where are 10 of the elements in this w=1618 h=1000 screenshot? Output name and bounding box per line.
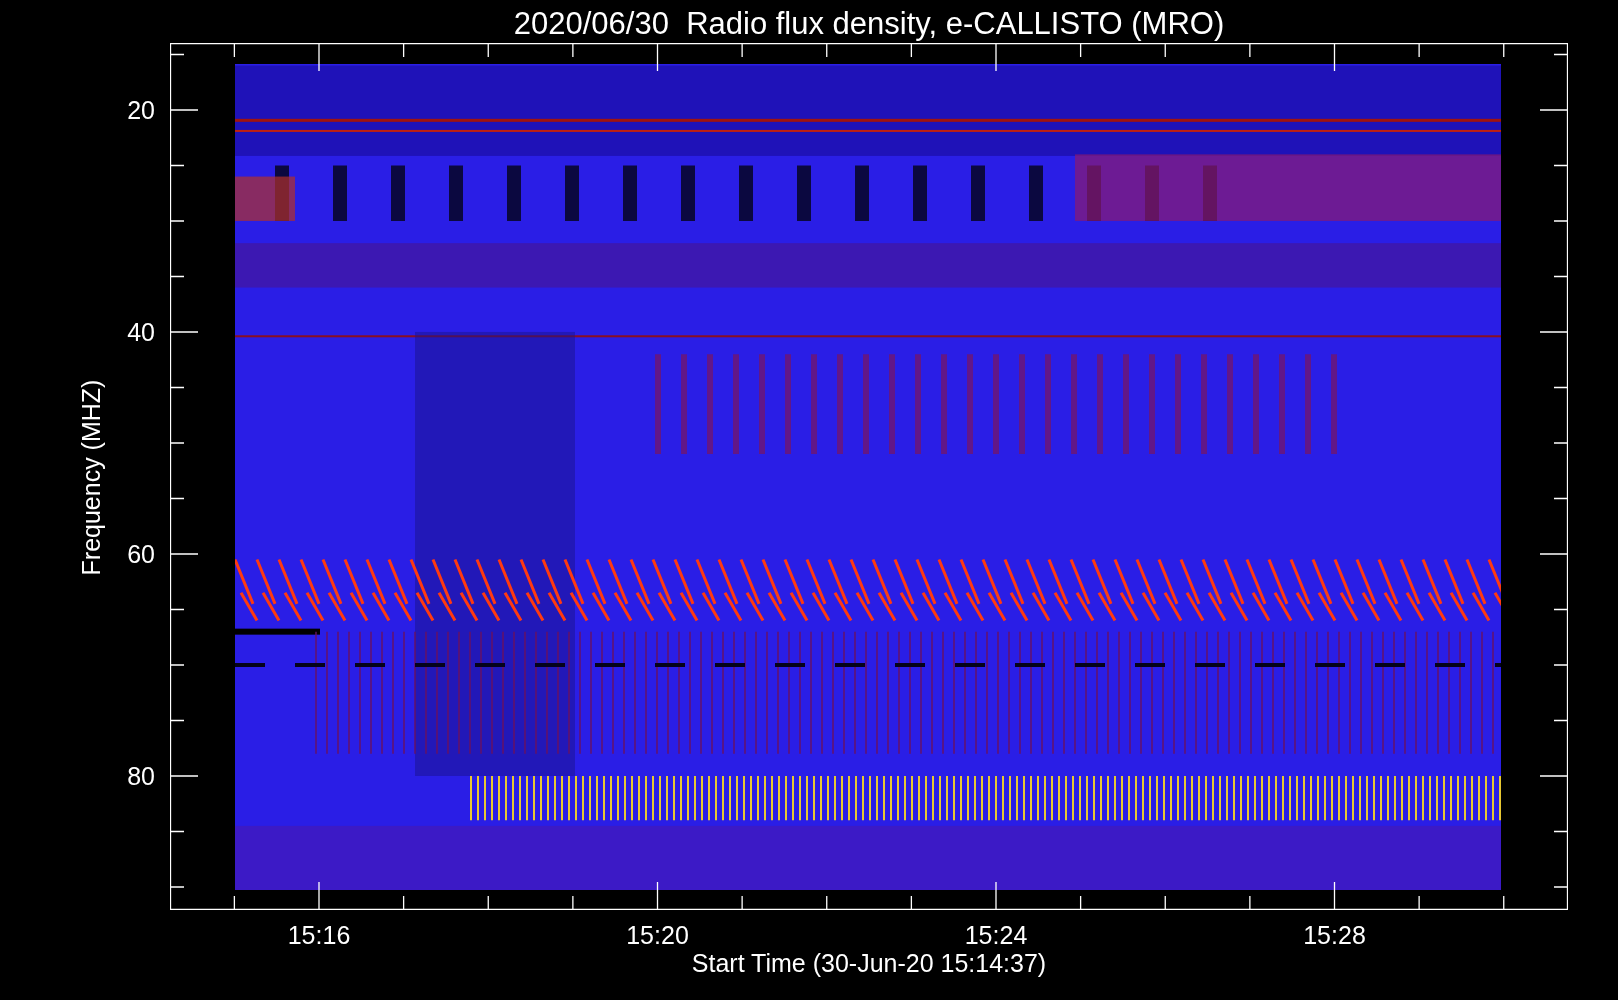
y-tick-label: 20 [126,98,155,123]
x-tick-label: 15:16 [286,923,352,948]
x-tick-label: 15:24 [963,923,1029,948]
y-tick-label: 80 [126,764,155,789]
chart-title: 2020/06/30 Radio flux density, e-CALLISTO (MRO) [512,5,1226,43]
y-axis-label: Frequency (MHZ) [79,379,105,575]
x-axis-label: Start Time (30-Jun-20 15:14:37) [690,951,1048,976]
x-tick-label: 15:28 [1302,923,1367,948]
x-tick-label: 15:20 [625,923,690,948]
y-tick-label: 40 [126,320,155,345]
